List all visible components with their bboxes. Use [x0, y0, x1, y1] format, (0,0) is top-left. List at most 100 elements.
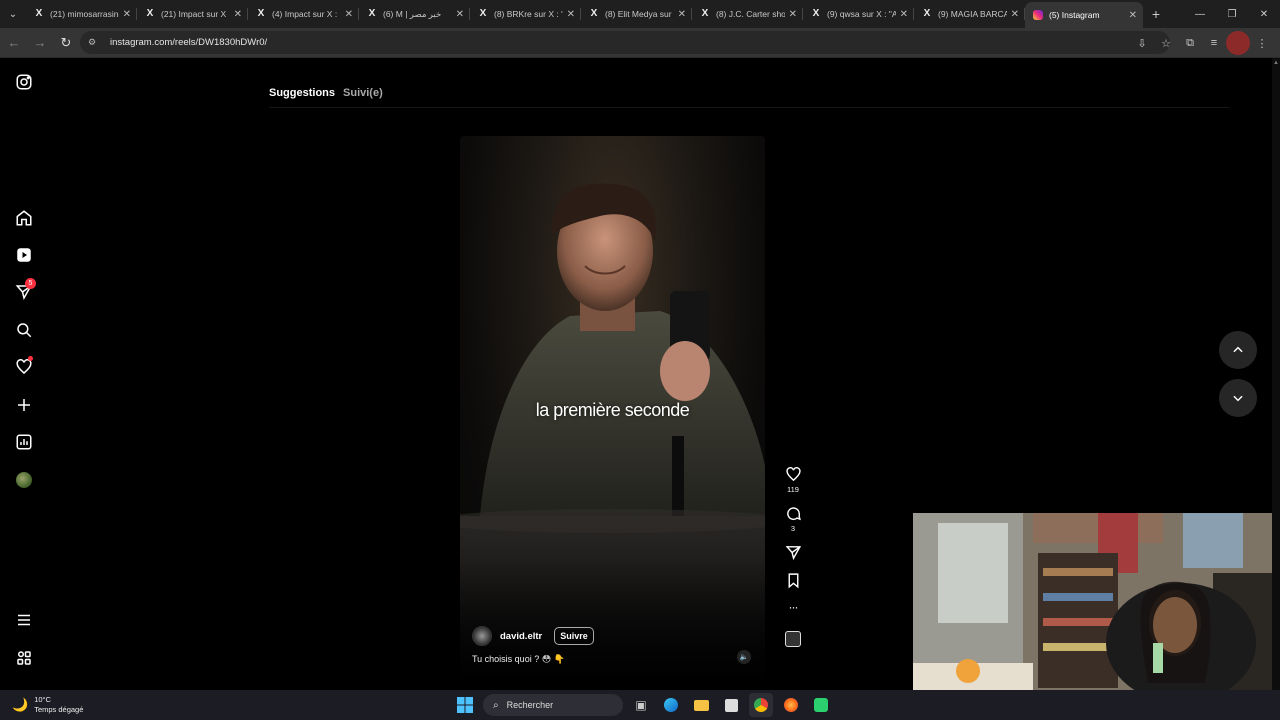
like-action: 119 — [785, 466, 802, 494]
close-tab-icon[interactable]: ✕ — [678, 9, 686, 20]
tab-search-icon[interactable]: ⌄ — [0, 0, 26, 28]
browser-toolbar: ← → ↻ ⚙ instagram.com/reels/DW1830hDWr0/… — [0, 28, 1280, 58]
install-app-icon[interactable]: ⇩ — [1130, 31, 1154, 55]
like-heart-icon[interactable] — [785, 466, 802, 483]
comment-icon[interactable] — [785, 505, 802, 522]
media-controls-icon[interactable]: ≡ — [1202, 31, 1226, 55]
more-menu-icon[interactable] — [12, 608, 36, 632]
reel-overlay-text: la première seconde — [535, 400, 690, 420]
search-icon: ⌕ — [493, 699, 499, 711]
toolbar-actions: ⇩ ☆ ⧉ ≡ ⋮ — [1130, 31, 1274, 55]
taskbar-apps: ⌕ Rechercher ▣ — [453, 693, 833, 717]
share-action — [785, 544, 802, 561]
follow-button[interactable]: Suivre — [554, 627, 594, 645]
firefox-icon[interactable] — [779, 693, 803, 717]
site-info-icon[interactable]: ⚙ — [88, 37, 100, 49]
browser-tab[interactable]: X (8) BRKre sur X : " ✕ — [470, 0, 581, 28]
profile-avatar[interactable] — [1226, 31, 1250, 55]
author-username[interactable]: david.eltr — [500, 631, 542, 642]
audio-track-icon[interactable] — [785, 631, 801, 647]
close-tab-icon[interactable]: ✕ — [1129, 10, 1137, 21]
new-tab-button[interactable]: + — [1143, 6, 1169, 22]
close-tab-icon[interactable]: ✕ — [456, 9, 464, 20]
task-view-icon[interactable]: ▣ — [629, 693, 653, 717]
tab-title: (6) M | خبر مصر — [383, 8, 442, 19]
previous-reel-button[interactable] — [1219, 331, 1257, 369]
tab-suggestions[interactable]: Suggestions — [269, 87, 335, 99]
x-favicon-icon: X — [368, 8, 376, 19]
browser-menu-icon[interactable]: ⋮ — [1250, 31, 1274, 55]
browser-tab[interactable]: X (21) mimosarrasine ✕ — [26, 0, 137, 28]
instagram-logo-icon[interactable] — [12, 70, 36, 94]
close-tab-icon[interactable]: ✕ — [789, 9, 797, 20]
green-app-icon[interactable] — [809, 693, 833, 717]
reel-caption[interactable]: Tu choisis quoi ? 😳 👇 — [472, 654, 565, 665]
chevron-up-icon — [1233, 346, 1243, 353]
x-favicon-icon: X — [590, 8, 598, 19]
notifications-heart-icon[interactable] — [12, 355, 36, 379]
browser-tab[interactable]: X (8) J.C. Carter sho ✕ — [692, 0, 803, 28]
messages-badge: 5 — [25, 278, 36, 289]
tab-title: (9) MAGIA BARCA — [938, 9, 1007, 19]
back-icon[interactable]: ← — [2, 31, 26, 55]
x-favicon-icon: X — [479, 8, 487, 19]
x-favicon-icon: X — [701, 8, 709, 19]
browser-tab[interactable]: X (4) Impact sur X : ✕ — [248, 0, 359, 28]
browser-tab[interactable]: X (6) M | خبر مصر ✕ — [359, 0, 470, 28]
comment-action: 3 — [785, 505, 802, 533]
profile-avatar[interactable] — [12, 468, 36, 492]
close-tab-icon[interactable]: ✕ — [234, 9, 242, 20]
weather-condition: Temps dégagé — [34, 705, 84, 714]
restore-icon[interactable]: ❐ — [1216, 0, 1248, 28]
create-icon[interactable] — [12, 393, 36, 417]
windows-start-icon[interactable] — [453, 693, 477, 717]
notification-dot — [28, 356, 33, 361]
also-from-meta-icon[interactable] — [12, 646, 36, 670]
taskbar-search[interactable]: ⌕ Rechercher — [483, 694, 623, 716]
save-action — [785, 572, 802, 589]
reel-author: david.eltr Suivre — [472, 626, 594, 646]
browser-tab[interactable]: X (9) qwsa sur X : "A ✕ — [803, 0, 914, 28]
address-bar[interactable]: ⚙ instagram.com/reels/DW1830hDWr0/ — [80, 31, 1170, 54]
bookmark-icon[interactable] — [785, 572, 802, 589]
reload-icon[interactable]: ↻ — [54, 31, 78, 55]
close-tab-icon[interactable]: ✕ — [1011, 9, 1019, 20]
mute-toggle-icon[interactable]: 🔈 — [737, 650, 751, 664]
close-window-icon[interactable]: ✕ — [1248, 0, 1280, 28]
moon-icon: 🌙 — [12, 697, 29, 712]
webcam-overlay — [913, 513, 1280, 690]
share-icon[interactable] — [785, 544, 802, 561]
bookmark-star-icon[interactable]: ☆ — [1154, 31, 1178, 55]
weather-widget[interactable]: 🌙 10°C Temps dégagé — [12, 695, 83, 715]
close-tab-icon[interactable]: ✕ — [567, 9, 575, 20]
file-explorer-icon[interactable] — [689, 693, 713, 717]
os-taskbar: 🌙 10°C Temps dégagé ⌕ Rechercher ▣ — [0, 690, 1280, 720]
browser-tab[interactable]: (5) Instagram ✕ — [1025, 2, 1143, 28]
browser-tab[interactable]: X (8) Elit Medya sur ✕ — [581, 0, 692, 28]
forward-icon[interactable]: → — [28, 31, 52, 55]
reel-actions: 119 3 ··· — [780, 466, 806, 647]
reel-video[interactable]: la première seconde david.eltr Suivre Tu… — [460, 136, 765, 678]
microsoft-store-icon[interactable] — [719, 693, 743, 717]
close-tab-icon[interactable]: ✕ — [345, 9, 353, 20]
chrome-icon[interactable] — [749, 693, 773, 717]
close-tab-icon[interactable]: ✕ — [900, 9, 908, 20]
home-icon[interactable] — [12, 206, 36, 230]
author-avatar[interactable] — [472, 626, 492, 646]
window-controls: — ❐ ✕ — [1184, 0, 1280, 28]
close-tab-icon[interactable]: ✕ — [123, 9, 131, 20]
search-icon[interactable] — [12, 318, 36, 342]
tab-title: (8) J.C. Carter sho — [716, 9, 785, 19]
messages-icon[interactable]: 5 — [12, 278, 36, 304]
edge-icon[interactable] — [659, 693, 683, 717]
reels-icon[interactable] — [12, 243, 36, 267]
browser-tab[interactable]: X (21) Impact sur X ✕ — [137, 0, 248, 28]
minimize-icon[interactable]: — — [1184, 0, 1216, 28]
dashboard-icon[interactable] — [12, 430, 36, 454]
next-reel-button[interactable] — [1219, 379, 1257, 417]
more-options-icon[interactable]: ··· — [789, 600, 799, 614]
extensions-icon[interactable]: ⧉ — [1178, 31, 1202, 55]
page-scrollbar[interactable]: ▲ — [1272, 58, 1280, 690]
tab-following[interactable]: Suivi(e) — [343, 87, 383, 99]
browser-tab[interactable]: X (9) MAGIA BARCA ✕ — [914, 0, 1025, 28]
